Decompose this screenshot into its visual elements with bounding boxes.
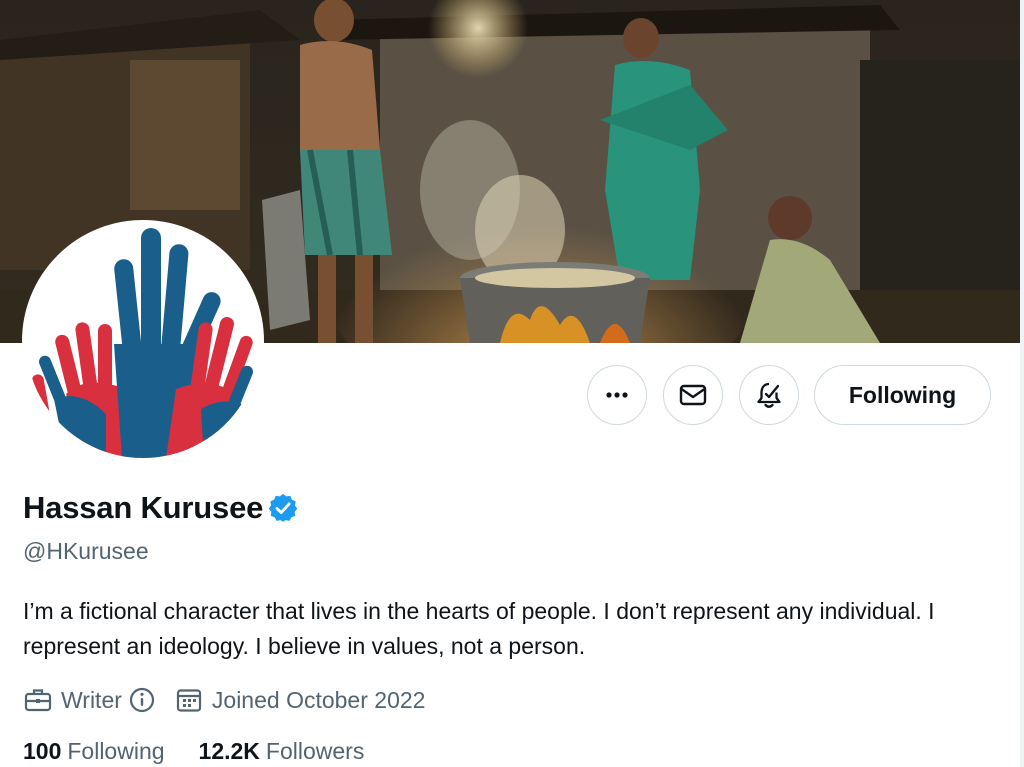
following-count: 100 <box>23 738 62 764</box>
calendar-icon <box>176 689 202 712</box>
briefcase-icon <box>24 689 52 712</box>
raised-hands-logo <box>26 224 260 458</box>
display-name: Hassan Kurusee <box>23 490 264 525</box>
notifications-button[interactable] <box>739 365 799 425</box>
following-count-label: Following <box>67 738 165 764</box>
followers-count: 12.2K <box>198 738 260 764</box>
verified-badge-icon[interactable] <box>268 493 298 523</box>
scroll-gutter <box>1020 0 1024 767</box>
avatar[interactable] <box>22 220 264 462</box>
bell-plus-icon <box>757 382 781 408</box>
envelope-icon <box>679 384 707 406</box>
profile-handle: @HKurusee <box>23 538 149 564</box>
follow-stats-row: 100 Following 12.2K Followers <box>23 738 364 765</box>
followers-count-link[interactable]: 12.2K Followers <box>199 738 365 765</box>
followers-count-label: Followers <box>265 738 365 764</box>
message-button[interactable] <box>663 365 723 425</box>
info-icon[interactable] <box>128 686 156 714</box>
profession-label: Writer <box>61 686 122 713</box>
join-date-item: Joined October 2022 <box>174 685 426 715</box>
profession-item: Writer <box>23 685 156 715</box>
profile-name-row: Hassan Kurusee <box>23 490 298 526</box>
following-button[interactable]: Following <box>814 365 991 425</box>
verified-check-icon <box>268 493 298 522</box>
profile-bio: I’m a fictional character that lives in … <box>23 598 935 659</box>
ellipsis-icon <box>606 392 628 398</box>
profile-meta-row: Writer Joined October 2022 <box>23 685 425 715</box>
more-options-button[interactable] <box>587 365 647 425</box>
following-count-link[interactable]: 100 Following <box>23 738 165 765</box>
join-date-label: Joined October 2022 <box>211 686 426 713</box>
